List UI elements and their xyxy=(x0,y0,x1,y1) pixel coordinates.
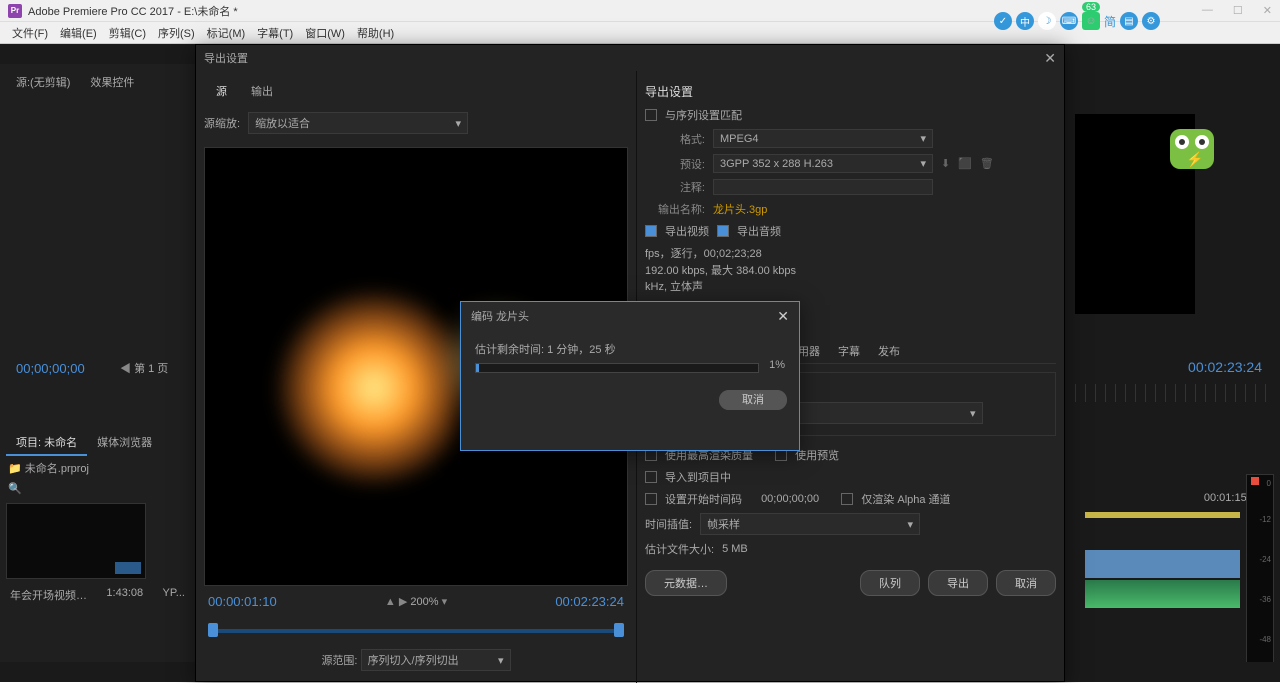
ime-book-icon[interactable]: ▤ xyxy=(1120,12,1138,30)
menu-file[interactable]: 文件(F) xyxy=(8,23,52,43)
preset-dropdown[interactable]: 3GPP 352 x 288 H.263▾ xyxy=(713,154,933,173)
tc-in[interactable]: 00:00:01:10 xyxy=(208,594,277,609)
clip-yp: YP... xyxy=(163,587,185,603)
export-dialog-title: 导出设置 xyxy=(204,50,248,66)
clip-duration: 1:43:08 xyxy=(106,587,143,603)
menu-edit[interactable]: 编辑(E) xyxy=(56,23,101,43)
clip-indicator xyxy=(1251,477,1259,485)
menu-window[interactable]: 窗口(W) xyxy=(301,23,349,43)
export-audio-checkbox[interactable] xyxy=(717,225,729,237)
export-button[interactable]: 导出 xyxy=(928,570,988,596)
source-tab[interactable]: 源 xyxy=(204,79,239,103)
clip-name: 年会开场视频… xyxy=(10,587,87,603)
source-panel: 源:(无剪辑) 效果控件 00;00;00;00 ◀ 第 1 页 xyxy=(0,64,195,424)
ime-gear-icon[interactable]: ⚙ xyxy=(1142,12,1160,30)
ime-badge[interactable]: ☺ xyxy=(1082,12,1100,30)
delete-preset-icon[interactable]: 🗑 xyxy=(980,157,994,170)
format-dropdown[interactable]: MPEG4▾ xyxy=(713,129,933,148)
video-track[interactable] xyxy=(1085,512,1240,518)
project-tab[interactable]: 项目: 未命名 xyxy=(6,430,87,456)
range-label: 源范围: xyxy=(321,655,357,667)
range-slider[interactable] xyxy=(204,621,628,641)
cancel-button[interactable]: 取消 xyxy=(996,570,1056,596)
eta-label: 估计剩余时间: xyxy=(475,344,544,356)
range-dropdown[interactable]: 序列切入/序列切出▾ xyxy=(361,649,511,671)
mascot-icon: ⚡ xyxy=(1170,129,1220,184)
media-browser-tab[interactable]: 媒体浏览器 xyxy=(87,430,162,456)
audio-waveform[interactable] xyxy=(1085,550,1240,610)
menu-clip[interactable]: 剪辑(C) xyxy=(105,23,150,43)
menu-help[interactable]: 帮助(H) xyxy=(353,23,398,43)
ime-toolbar: ✓ 中 ☽ ⌨ ☺ 简 ▤ ⚙ xyxy=(994,12,1160,30)
app-body: 源:(无剪辑) 效果控件 00;00;00;00 ◀ 第 1 页 项目: 未命名… xyxy=(0,44,1280,682)
app-icon: Pr xyxy=(8,4,22,18)
tc-out[interactable]: 00:02:23:24 xyxy=(555,594,624,609)
import-proj-checkbox[interactable] xyxy=(645,471,657,483)
source-fit[interactable]: ◀ 第 1 页 xyxy=(120,360,168,376)
export-video-checkbox[interactable] xyxy=(645,225,657,237)
menu-marker[interactable]: 标记(M) xyxy=(203,23,250,43)
output-tab[interactable]: 输出 xyxy=(239,79,285,103)
ime-jian[interactable]: 简 xyxy=(1104,13,1116,30)
encode-close-button[interactable]: ✕ xyxy=(777,308,789,325)
scale-label: 源缩放: xyxy=(204,115,240,131)
interp-dropdown[interactable]: 帧采样▾ xyxy=(700,513,920,535)
output-name[interactable]: 龙片头.3gp xyxy=(713,201,767,217)
close-button[interactable]: ✕ xyxy=(1263,4,1272,17)
encode-title: 编码 龙片头 xyxy=(471,308,529,325)
ime-zhong-icon[interactable]: 中 xyxy=(1016,12,1034,30)
source-tab[interactable]: 源:(无剪辑) xyxy=(6,70,80,94)
tab-captions[interactable]: 字幕 xyxy=(838,343,860,359)
tab-publish[interactable]: 发布 xyxy=(878,343,900,359)
maximize-button[interactable]: ☐ xyxy=(1233,4,1243,17)
match-seq-checkbox[interactable] xyxy=(645,109,657,121)
save-preset-icon[interactable]: ⬇ xyxy=(941,157,950,170)
ime-moon-icon[interactable]: ☽ xyxy=(1038,12,1056,30)
window-controls: — ☐ ✕ xyxy=(1202,4,1272,17)
program-timecode: 00:02:23:24 xyxy=(1188,359,1262,375)
project-panel: 项目: 未命名 媒体浏览器 📁 未命名.prproj 🔍 年会开场视频… 1:4… xyxy=(0,424,195,682)
ime-globe-icon[interactable]: ✓ xyxy=(994,12,1012,30)
encode-cancel-button[interactable]: 取消 xyxy=(719,390,787,410)
progress-bar xyxy=(475,363,759,373)
settings-title: 导出设置 xyxy=(645,79,1056,104)
project-file: 📁 未命名.prproj xyxy=(6,456,189,480)
export-close-button[interactable]: ✕ xyxy=(1044,50,1056,67)
search-field[interactable]: 🔍 xyxy=(6,480,189,497)
metadata-button[interactable]: 元数据… xyxy=(645,570,727,596)
minimize-button[interactable]: — xyxy=(1202,4,1213,17)
menu-title[interactable]: 字幕(T) xyxy=(253,23,297,43)
progress-pct: 1% xyxy=(769,359,785,371)
import-preset-icon[interactable]: ⬛ xyxy=(958,157,972,170)
clip-thumbnail[interactable] xyxy=(6,503,146,579)
comment-field[interactable] xyxy=(713,179,933,195)
eta-value: 1 分钟，25 秒 xyxy=(547,344,615,356)
source-timecode: 00;00;00;00 xyxy=(16,361,85,376)
encode-dialog: 编码 龙片头 ✕ 估计剩余时间: 1 分钟，25 秒 1% 取消 xyxy=(460,301,800,451)
menu-sequence[interactable]: 序列(S) xyxy=(154,23,199,43)
timeline-ruler[interactable] xyxy=(1075,384,1270,402)
scale-dropdown[interactable]: 缩放以适合▾ xyxy=(248,112,468,134)
queue-button[interactable]: 队列 xyxy=(860,570,920,596)
alpha-checkbox[interactable] xyxy=(841,493,853,505)
ime-keyboard-icon[interactable]: ⌨ xyxy=(1060,12,1078,30)
effects-tab[interactable]: 效果控件 xyxy=(80,70,144,94)
window-title: Adobe Premiere Pro CC 2017 - E:\未命名 * xyxy=(28,3,238,19)
audio-meters: 0 -12 -24 -36 -48 dB xyxy=(1246,474,1274,674)
set-tc-checkbox[interactable] xyxy=(645,493,657,505)
